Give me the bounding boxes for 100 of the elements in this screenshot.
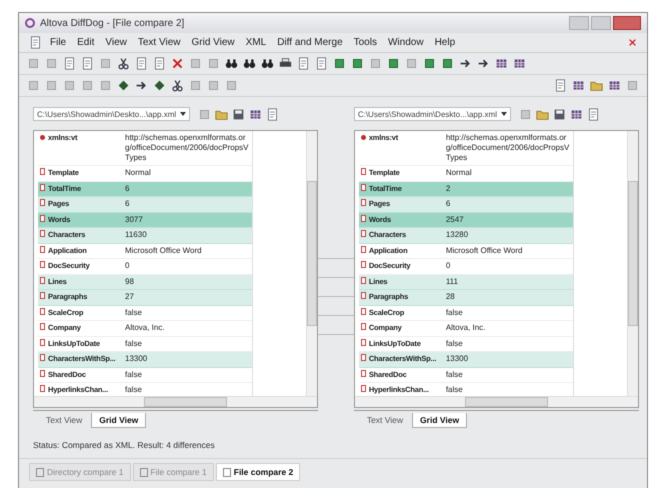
- scroll-thumb[interactable]: [464, 397, 548, 407]
- folder-icon[interactable]: [590, 79, 603, 92]
- row-value: 2: [444, 182, 452, 194]
- row-value: 27: [124, 291, 135, 303]
- table-icon[interactable]: [570, 108, 583, 120]
- row-value: http://schemas.openxmlformats.org/officeDocument/2006/docPropsVTypes: [124, 132, 250, 164]
- element-icon: [360, 323, 366, 330]
- element-icon: [360, 261, 366, 268]
- file-path-dropdown[interactable]: C:\Users\Showadmin\Deskto...\app.xml: [354, 107, 511, 121]
- element-icon: [40, 370, 45, 376]
- row-value: Altova, Inc.: [124, 322, 166, 334]
- element-icon: [360, 338, 366, 346]
- scroll-thumb[interactable]: [144, 397, 228, 407]
- attribute-icon: [360, 135, 366, 140]
- element-icon: [360, 199, 366, 206]
- square-icon[interactable]: [351, 57, 364, 70]
- element-icon: [40, 292, 45, 299]
- horizontal-scrollbar[interactable]: [354, 396, 638, 407]
- menu-item[interactable]: Grid View: [191, 37, 235, 48]
- element-icon: [40, 246, 45, 252]
- row-value: 2547: [444, 214, 465, 226]
- connector-line: [318, 334, 354, 335]
- binoculars-icon[interactable]: [225, 57, 238, 70]
- square-icon[interactable]: [333, 57, 346, 70]
- element-icon: [40, 230, 45, 237]
- row-value: Normal: [444, 167, 473, 179]
- scroll-thumb[interactable]: [628, 181, 638, 326]
- menu-item[interactable]: XML: [246, 37, 266, 48]
- table-icon[interactable]: [572, 79, 585, 92]
- binoculars-icon[interactable]: [243, 57, 256, 70]
- element-icon: [360, 354, 366, 361]
- file-path-dropdown[interactable]: C:\Users\Showadmin\Deskto...\app.xml: [33, 107, 190, 121]
- document-tab[interactable]: File compare 2: [216, 463, 300, 481]
- close-icon[interactable]: [171, 57, 184, 70]
- menu-item[interactable]: Help: [434, 37, 456, 48]
- row-value: 98: [124, 276, 135, 288]
- connector-line: [318, 296, 354, 297]
- menu-item[interactable]: Edit: [77, 37, 94, 48]
- element-icon: [360, 370, 366, 376]
- document-icon[interactable]: [29, 36, 42, 49]
- arrow-icon[interactable]: [477, 57, 490, 70]
- view-tab[interactable]: Grid View: [91, 413, 146, 428]
- document-icon[interactable]: [586, 108, 600, 120]
- row-value: 13300: [444, 353, 470, 365]
- table-icon[interactable]: [495, 57, 508, 70]
- table-icon[interactable]: [249, 108, 262, 120]
- square-icon[interactable]: [441, 57, 454, 70]
- row-value: false: [444, 384, 464, 396]
- row-value: false: [124, 384, 143, 396]
- menu-item[interactable]: Diff and Merge: [277, 37, 343, 48]
- row-value: false: [444, 306, 464, 318]
- close-icon[interactable]: [628, 38, 637, 47]
- square-icon[interactable]: [423, 57, 436, 70]
- scroll-thumb[interactable]: [307, 181, 318, 326]
- row-value: 6: [124, 182, 130, 194]
- printer-icon[interactable]: [279, 57, 292, 70]
- row-value: Microsoft Office Word: [124, 244, 203, 256]
- arrow-icon[interactable]: [135, 79, 148, 92]
- connector-line: [318, 315, 354, 316]
- document-icon[interactable]: [554, 79, 567, 92]
- row-value: false: [124, 306, 143, 318]
- square-icon[interactable]: [387, 57, 400, 70]
- document-icon[interactable]: [63, 57, 76, 70]
- document-icon[interactable]: [81, 57, 94, 70]
- element-icon: [40, 184, 45, 190]
- diamond-icon[interactable]: [153, 79, 166, 92]
- view-tab[interactable]: Grid View: [412, 413, 468, 428]
- row-value: 13300: [124, 353, 148, 365]
- vertical-scrollbar[interactable]: [306, 131, 318, 396]
- scissors-icon[interactable]: [117, 57, 130, 70]
- document-icon[interactable]: [153, 57, 166, 70]
- element-icon: [40, 214, 45, 222]
- document-icon[interactable]: [135, 57, 148, 70]
- element-icon: [40, 168, 45, 175]
- element-icon: [40, 308, 45, 314]
- scissors-icon[interactable]: [171, 79, 184, 92]
- document-icon[interactable]: [266, 108, 280, 120]
- horizontal-scrollbar[interactable]: [34, 396, 318, 407]
- element-icon: [360, 184, 366, 190]
- row-value: 111: [444, 276, 459, 288]
- vertical-scrollbar[interactable]: [626, 131, 638, 396]
- arrow-icon[interactable]: [459, 57, 472, 70]
- element-icon: [40, 385, 45, 392]
- menu-item[interactable]: Text View: [138, 37, 180, 48]
- row-value: http://schemas.openxmlformats.org/officeDocument/2006/docPropsVTypes: [444, 132, 570, 164]
- row-value: 6: [444, 198, 452, 210]
- diamond-icon[interactable]: [117, 79, 130, 92]
- element-icon: [360, 385, 366, 392]
- menu-item[interactable]: Window: [388, 37, 424, 48]
- table-icon[interactable]: [513, 57, 526, 70]
- menu-item[interactable]: View: [105, 37, 127, 48]
- binoculars-icon[interactable]: [261, 57, 274, 70]
- document-icon[interactable]: [297, 57, 310, 70]
- row-value: 11630: [124, 229, 148, 241]
- document-icon[interactable]: [315, 57, 328, 70]
- row-value: 3077: [124, 214, 144, 226]
- menu-item[interactable]: File: [50, 37, 66, 48]
- table-icon[interactable]: [608, 79, 621, 92]
- element-icon: [40, 338, 45, 346]
- menu-item[interactable]: Tools: [354, 37, 377, 48]
